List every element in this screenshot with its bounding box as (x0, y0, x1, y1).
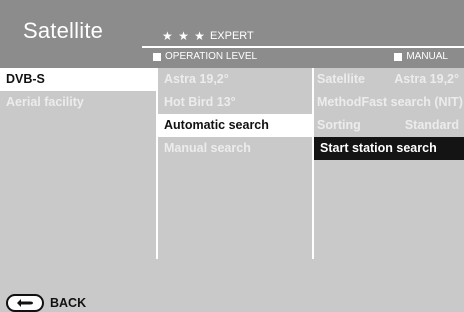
operation-level-indicator: OPERATION LEVEL (153, 51, 257, 62)
menu-item-aerial-facility[interactable]: Aerial facility (0, 91, 156, 114)
detail-value: Astra 19,2° (394, 72, 459, 86)
white-square-icon (394, 52, 403, 61)
detail-label: Sorting (317, 118, 361, 132)
detail-label: Method (317, 95, 362, 109)
page-title: Satellite (23, 18, 104, 43)
detail-value: Standard (404, 118, 459, 132)
submenu-item-hot-bird[interactable]: Hot Bird 13° (158, 91, 312, 114)
header-divider (142, 46, 464, 48)
stars-icon: ★ ★ ★ (162, 29, 206, 43)
detail-row-satellite[interactable]: Satellite Astra 19,2° (314, 68, 464, 91)
submenu-item-automatic-search[interactable]: Automatic search (158, 114, 312, 137)
detail-value: Fast search (NIT) (361, 95, 463, 109)
detail-row-method[interactable]: Method Fast search (NIT) (314, 91, 464, 114)
menu-item-dvb-s[interactable]: DVB-S (0, 68, 156, 91)
expert-level-indicator: ★ ★ ★ EXPERT (162, 29, 254, 43)
expert-label: EXPERT (209, 30, 254, 42)
submenu-item-astra[interactable]: Astra 19,2° (158, 68, 312, 91)
operation-level-label: OPERATION LEVEL (165, 51, 258, 62)
details-column: Satellite Astra 19,2° Method Fast search… (314, 68, 464, 259)
main-menu-column: DVB-S Aerial facility BACK (0, 68, 158, 312)
manual-indicator: MANUAL (394, 51, 448, 62)
detail-label: Satellite (317, 72, 365, 86)
back-label: BACK (50, 296, 87, 310)
detail-row-sorting[interactable]: Sorting Standard (314, 114, 464, 137)
start-station-search-button[interactable]: Start station search (314, 137, 464, 160)
manual-label: MANUAL (406, 51, 448, 62)
submenu-column: Astra 19,2° Hot Bird 13° Automatic searc… (158, 68, 314, 259)
submenu-item-manual-search[interactable]: Manual search (158, 137, 312, 160)
back-arrow-icon (6, 294, 44, 312)
back-control[interactable]: BACK (6, 294, 86, 312)
white-square-icon (153, 52, 161, 61)
header-bar: Satellite ★ ★ ★ EXPERT OPERATION LEVEL M… (0, 0, 464, 68)
